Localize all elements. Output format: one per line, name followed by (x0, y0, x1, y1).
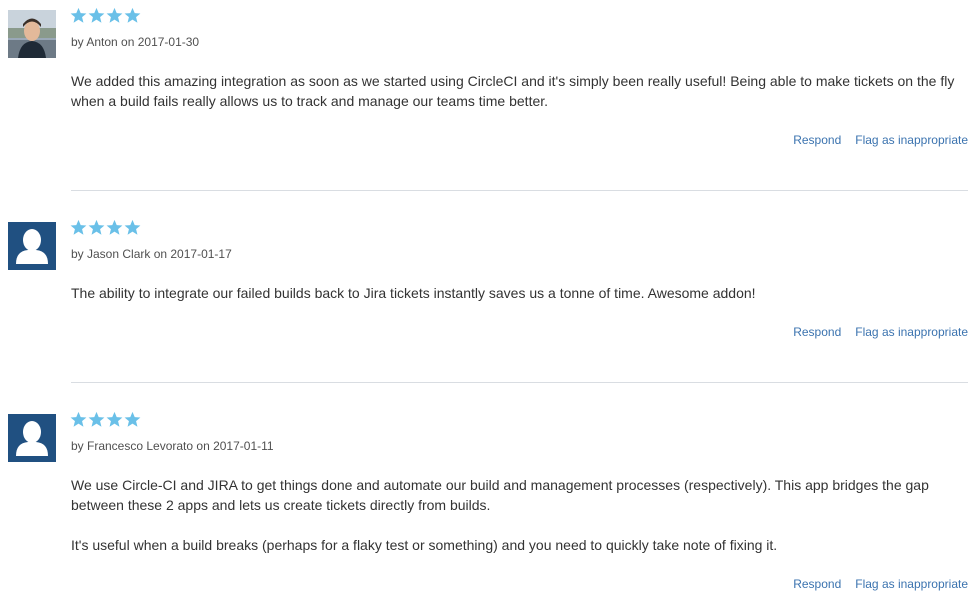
star-icon (124, 219, 141, 235)
review-divider (71, 382, 968, 383)
flag-inappropriate-link[interactable]: Flag as inappropriate (855, 324, 968, 340)
review-paragraph: We added this amazing integration as soo… (71, 73, 955, 109)
review-body: We use Circle-CI and JIRA to get things … (71, 475, 971, 575)
review-body: We added this amazing integration as soo… (71, 71, 971, 131)
review-actions: Respond Flag as inappropriate (793, 576, 968, 592)
respond-link[interactable]: Respond (793, 576, 841, 592)
star-rating (70, 7, 141, 27)
review-paragraph: The ability to integrate our failed buil… (71, 285, 756, 301)
user-photo-icon (8, 10, 56, 58)
avatar (8, 10, 56, 58)
star-icon (88, 7, 105, 23)
star-icon (124, 7, 141, 23)
respond-link[interactable]: Respond (793, 132, 841, 148)
star-icon (124, 411, 141, 427)
star-icon (88, 219, 105, 235)
review-divider (71, 190, 968, 191)
flag-inappropriate-link[interactable]: Flag as inappropriate (855, 576, 968, 592)
review-byline: by Anton on 2017-01-30 (71, 35, 200, 49)
star-rating (70, 411, 141, 431)
review-actions: Respond Flag as inappropriate (793, 132, 968, 148)
star-icon (106, 411, 123, 427)
review-byline: by Jason Clark on 2017-01-17 (71, 247, 232, 261)
review-byline: by Francesco Levorato on 2017-01-11 (71, 439, 274, 453)
review-actions: Respond Flag as inappropriate (793, 324, 968, 340)
review-paragraph: It's useful when a build breaks (perhaps… (71, 537, 778, 553)
star-icon (70, 7, 87, 23)
review-paragraph: We use Circle-CI and JIRA to get things … (71, 477, 929, 513)
star-rating (70, 219, 141, 239)
star-icon (70, 411, 87, 427)
avatar (8, 222, 56, 270)
flag-inappropriate-link[interactable]: Flag as inappropriate (855, 132, 968, 148)
star-icon (70, 219, 87, 235)
avatar (8, 414, 56, 462)
star-icon (88, 411, 105, 427)
default-user-icon (8, 414, 56, 462)
star-icon (106, 219, 123, 235)
review-body: The ability to integrate our failed buil… (71, 283, 971, 323)
default-user-icon (8, 222, 56, 270)
respond-link[interactable]: Respond (793, 324, 841, 340)
star-icon (106, 7, 123, 23)
